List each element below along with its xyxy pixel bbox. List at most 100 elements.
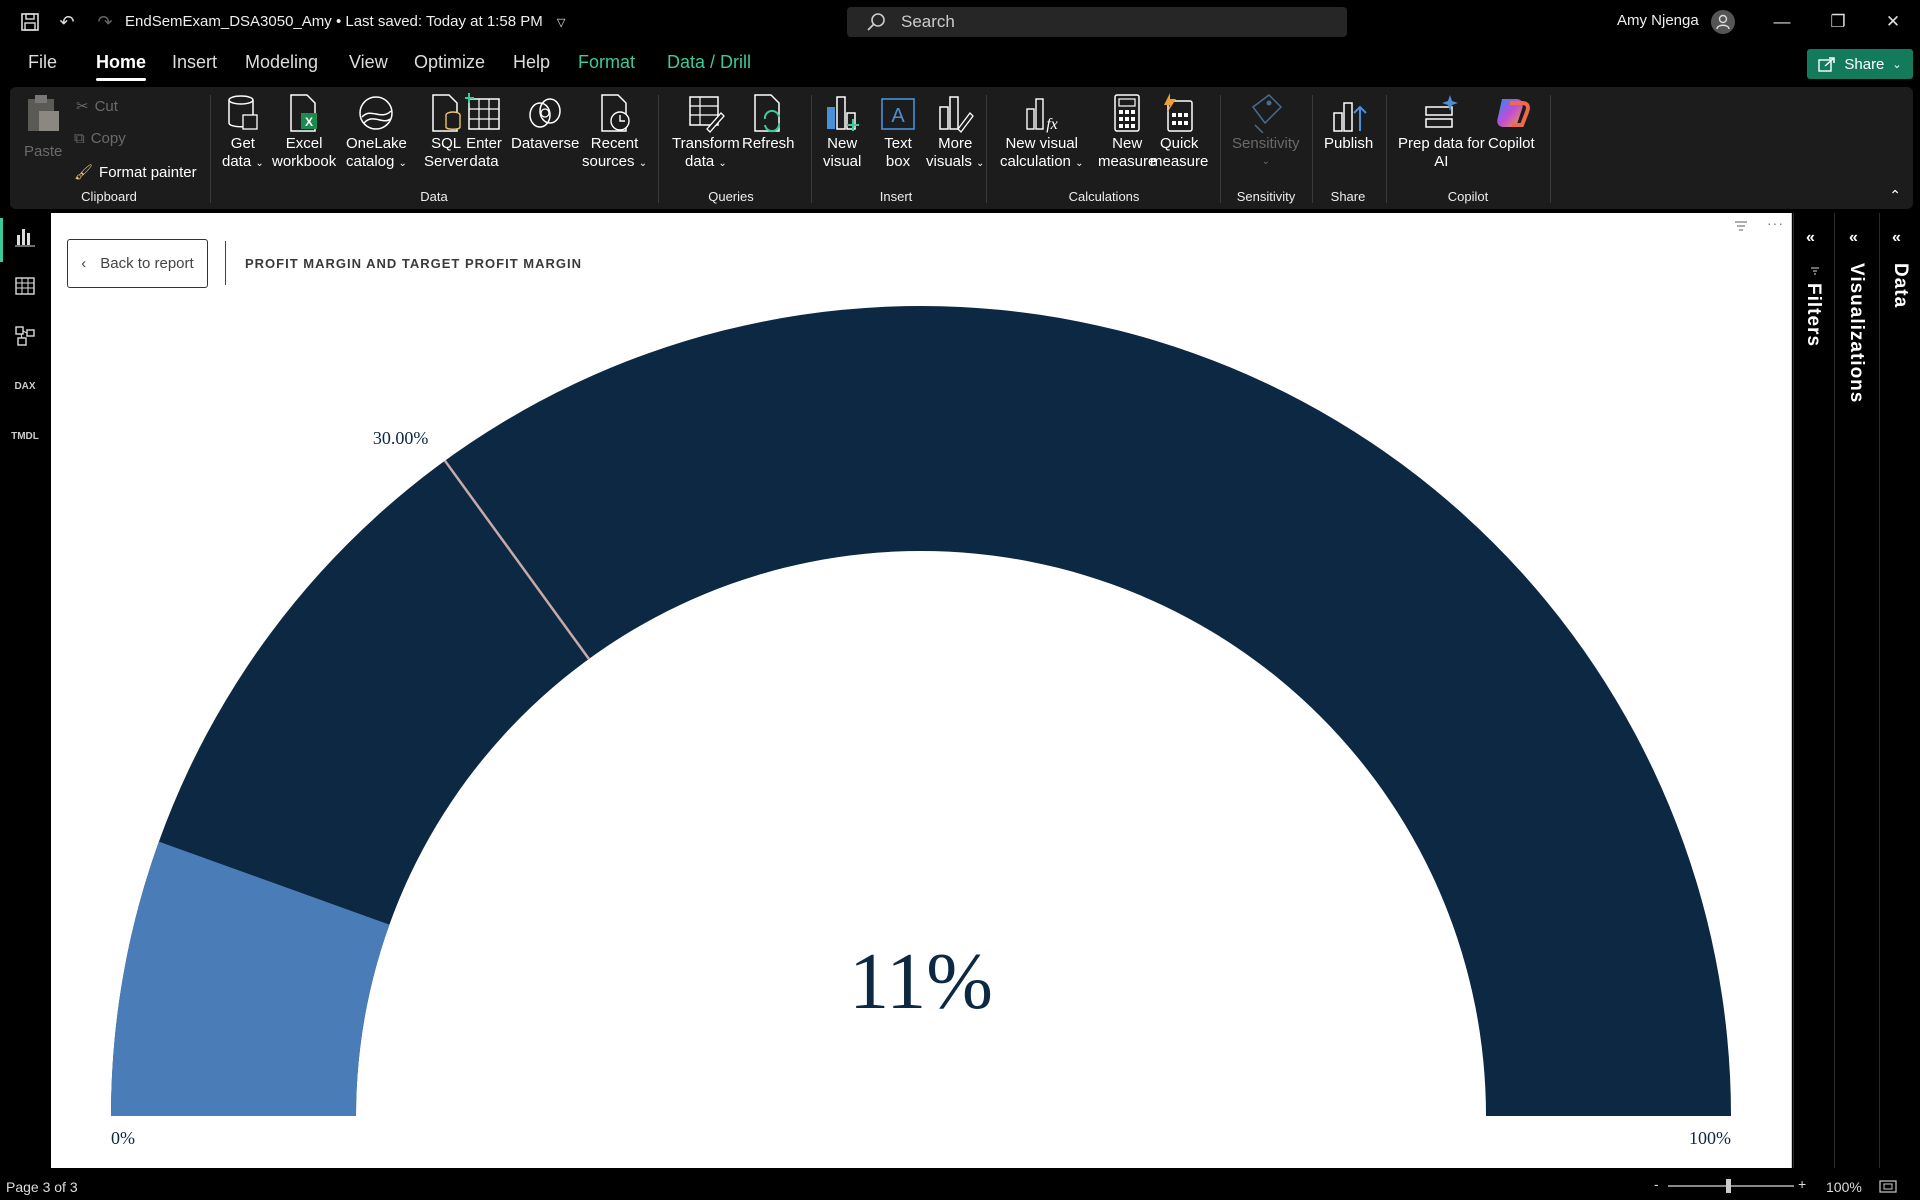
save-icon[interactable]	[18, 10, 42, 34]
back-to-report-button[interactable]: ‹ Back to report	[67, 239, 208, 288]
text-box-icon: A	[879, 93, 917, 133]
tab-optimize[interactable]: Optimize	[414, 52, 485, 73]
menu-bar: File Home Insert Modeling View Optimize …	[0, 44, 1920, 84]
tab-format[interactable]: Format	[578, 52, 635, 73]
minimize-button[interactable]: —	[1767, 10, 1797, 34]
tmdl-view-icon[interactable]: TMDL	[10, 421, 40, 451]
group-divider	[811, 95, 812, 203]
document-title-text: EndSemExam_DSA3050_Amy • Last saved: Tod…	[125, 13, 543, 30]
group-label-data: Data	[420, 189, 448, 204]
title-bar: ↶ ↷ EndSemExam_DSA3050_Amy • Last saved:…	[0, 0, 1920, 44]
visualizations-pane[interactable]: « Visualizations	[1834, 213, 1878, 1168]
document-title[interactable]: EndSemExam_DSA3050_Amy • Last saved: Tod…	[125, 13, 565, 30]
get-data-button[interactable]: Get data ⌄	[222, 93, 264, 173]
avatar[interactable]	[1711, 10, 1735, 34]
gauge-chart: 30.00% 11% 0% 100%	[111, 306, 1731, 1148]
excel-workbook-button[interactable]: X Excel workbook	[272, 93, 336, 171]
database-icon	[224, 93, 262, 133]
copy-icon: ⧉	[74, 130, 85, 147]
more-visuals-button[interactable]: More visuals ⌄	[926, 93, 984, 173]
search-input[interactable]: Search	[847, 7, 1347, 37]
dataverse-button[interactable]: Dataverse	[511, 93, 579, 153]
group-divider	[986, 95, 987, 203]
collapse-ribbon-icon[interactable]: ⌃	[1889, 187, 1901, 204]
format-painter-label: Format painter	[99, 163, 197, 181]
dax-query-icon[interactable]: DAX	[10, 371, 40, 401]
fit-to-page-icon[interactable]	[1879, 1180, 1897, 1196]
new-measure-label-2: measure	[1098, 153, 1157, 170]
back-to-report-label: Back to report	[100, 255, 194, 272]
zoom-out-button[interactable]: -	[1654, 1176, 1659, 1192]
recent-sources-button[interactable]: Recent sources ⌄	[582, 93, 647, 173]
sql-server-button[interactable]: SQL Server	[424, 93, 468, 171]
expand-visualizations-icon[interactable]: «	[1849, 229, 1858, 247]
data-pane[interactable]: « Data	[1879, 213, 1920, 1168]
text-box-button[interactable]: A Text box	[879, 93, 917, 171]
report-view-icon[interactable]	[10, 221, 40, 251]
table-view-icon[interactable]	[10, 271, 40, 301]
chevron-down-icon[interactable]: ▽	[557, 17, 565, 29]
zoom-level[interactable]: 100%	[1826, 1179, 1862, 1195]
tab-help[interactable]: Help	[513, 52, 550, 73]
expand-filters-icon[interactable]: «	[1806, 229, 1815, 247]
format-painter-button[interactable]: 🖌 Format painter	[74, 163, 197, 182]
redo-icon[interactable]: ↷	[93, 10, 117, 34]
close-button[interactable]: ✕	[1878, 10, 1908, 34]
paintbrush-icon: 🖌	[74, 164, 94, 181]
transform-data-button[interactable]: Transform data ⌄	[672, 93, 740, 173]
visual-calculation-icon: fx	[1023, 93, 1061, 133]
zoom-slider[interactable]	[1668, 1179, 1794, 1193]
new-visual-button[interactable]: New visual	[823, 93, 861, 171]
share-button[interactable]: Share ⌄	[1807, 49, 1913, 79]
recent-sources-label-1: Recent	[590, 135, 639, 152]
undo-icon[interactable]: ↶	[55, 10, 79, 34]
onelake-catalog-button[interactable]: OneLake catalog ⌄	[346, 93, 407, 173]
new-measure-button[interactable]: New measure	[1098, 93, 1156, 171]
zoom-in-button[interactable]: +	[1798, 1176, 1806, 1192]
scissors-icon: ✂	[76, 98, 89, 115]
user-name[interactable]: Amy Njenga	[1617, 12, 1699, 29]
svg-text:A: A	[891, 105, 905, 127]
new-visual-calc-label-2: calculation ⌄	[1000, 153, 1084, 170]
zoom-slider-thumb[interactable]	[1726, 1179, 1731, 1193]
prep-data-for-ai-button[interactable]: Prep data for AI	[1398, 93, 1485, 171]
more-options-icon[interactable]: ···	[1767, 215, 1784, 231]
new-visual-label-2: visual	[823, 153, 862, 170]
text-box-label-1: Text	[884, 135, 912, 152]
tab-insert[interactable]: Insert	[172, 52, 217, 73]
sql-label-1: SQL	[431, 135, 462, 152]
expand-data-icon[interactable]: «	[1892, 229, 1901, 247]
filters-pane-title: Filters	[1803, 283, 1824, 348]
tab-data-drill[interactable]: Data / Drill	[667, 52, 751, 73]
sql-server-icon	[427, 93, 465, 133]
tab-view[interactable]: View	[349, 52, 388, 73]
title-divider	[225, 241, 226, 285]
search-placeholder: Search	[901, 12, 955, 31]
tab-file[interactable]: File	[28, 52, 57, 73]
quick-measure-button[interactable]: Quick measure	[1150, 93, 1208, 171]
active-view-indicator	[0, 218, 3, 262]
copy-button[interactable]: ⧉ Copy	[74, 130, 126, 147]
copilot-button[interactable]: Copilot	[1488, 93, 1535, 153]
publish-button[interactable]: Publish	[1324, 93, 1373, 153]
filter-funnel-icon	[1810, 263, 1820, 281]
restore-button[interactable]: ❐	[1823, 10, 1853, 34]
filter-icon[interactable]	[1734, 219, 1748, 235]
sensitivity-button[interactable]: Sensitivity ⌄	[1232, 93, 1300, 171]
more-visuals-label-1: More	[938, 135, 973, 152]
dataverse-label: Dataverse	[511, 135, 580, 152]
tab-home[interactable]: Home	[96, 52, 147, 81]
new-visual-calculation-button[interactable]: fx New visual calculation ⌄	[1000, 93, 1083, 173]
excel-label-2: workbook	[272, 153, 337, 170]
status-bar: Page 3 of 3 - + 100%	[0, 1173, 1920, 1200]
publish-label: Publish	[1324, 135, 1374, 152]
paste-button[interactable]: Paste	[24, 93, 62, 161]
refresh-button[interactable]: Refresh	[742, 93, 795, 153]
enter-data-button[interactable]: Enter data	[465, 93, 503, 171]
model-view-icon[interactable]	[10, 321, 40, 351]
prep-data-label-2: AI	[1434, 153, 1449, 170]
quick-measure-label-1: Quick	[1160, 135, 1199, 152]
filters-pane[interactable]: « Filters	[1793, 213, 1833, 1168]
cut-button[interactable]: ✂ Cut	[76, 97, 118, 116]
tab-modeling[interactable]: Modeling	[245, 52, 318, 73]
